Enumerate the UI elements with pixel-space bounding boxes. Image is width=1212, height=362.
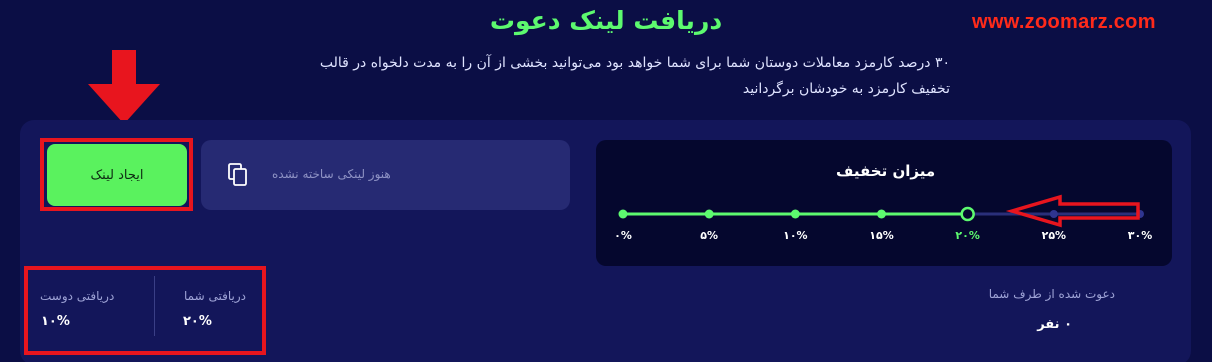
friend-share-value: ۱۰%	[41, 314, 70, 329]
page-subtitle: ۳۰ درصد کارمزد معاملات دوستان شما برای ش…	[250, 50, 950, 102]
friend-share-label: دریافتی دوست	[40, 289, 115, 303]
stats-divider	[154, 276, 155, 336]
slider-tick-label: ۱۰%	[783, 229, 808, 242]
your-share-label: دریافتی شما	[184, 289, 246, 303]
create-link-button[interactable]: ایجاد لینک	[47, 144, 187, 206]
slider-tick-label: ۵%	[700, 229, 719, 242]
left-arrow-annotation	[1005, 194, 1140, 228]
copy-icon[interactable]	[228, 163, 248, 187]
your-share-value: ۲۰%	[183, 314, 212, 329]
slider-tick-label: ۱۵%	[869, 229, 894, 242]
slider-thumb[interactable]	[960, 206, 975, 222]
subtitle-line-1: ۳۰ درصد کارمزد معاملات دوستان شما برای ش…	[319, 55, 950, 71]
slider-tick-label: ۳۰%	[1127, 229, 1153, 242]
subtitle-line-2: تخفیف کارمزد به خودشان برگردانید	[742, 81, 950, 97]
slider-tick-label: ۲۰%	[955, 229, 980, 242]
slider-tick-label: ۲۵%	[1041, 229, 1067, 242]
invited-count-label: دعوت شده از طرف شما	[988, 287, 1115, 301]
page-title: دریافت لینک دعوت	[489, 6, 723, 35]
link-placeholder: هنوز لینکی ساخته نشده	[272, 167, 391, 181]
slider-dot[interactable]	[877, 209, 886, 219]
slider-dot[interactable]	[704, 209, 714, 219]
down-arrow-annotation	[88, 50, 160, 124]
slider-dot[interactable]	[618, 209, 628, 219]
slider-dot[interactable]	[790, 209, 800, 219]
slider-tick-label: ۰%	[614, 229, 632, 242]
invited-count-value: ۰ نفر	[1037, 317, 1072, 332]
discount-title: میزان تخفیف	[836, 162, 936, 180]
